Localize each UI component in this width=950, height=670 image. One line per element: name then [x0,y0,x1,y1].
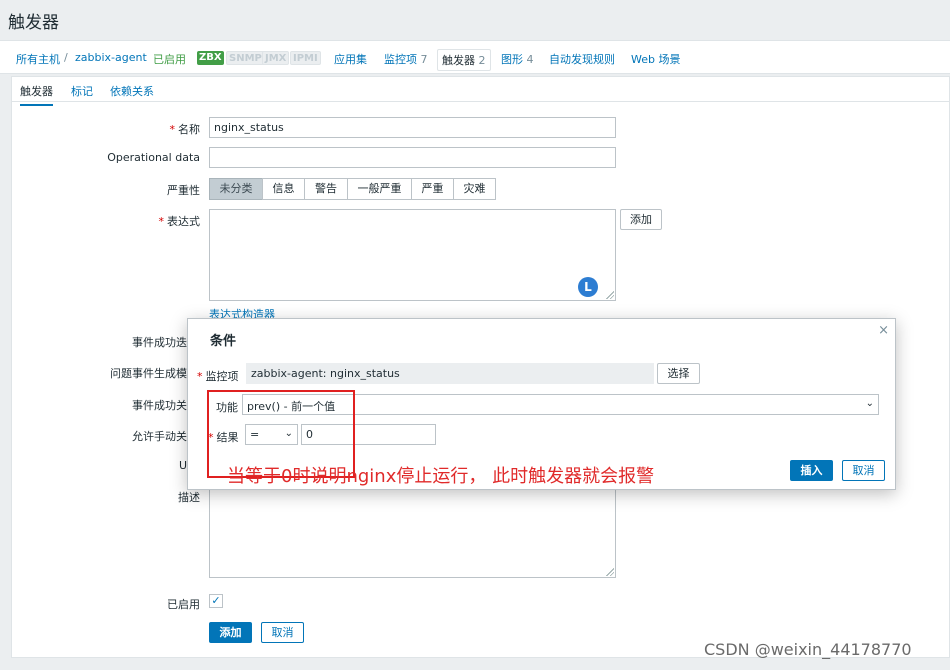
breadcrumb-separator: / [64,51,68,64]
enabled-checkbox[interactable]: ✓ [209,594,223,608]
dialog-insert-button[interactable]: 插入 [790,460,833,481]
nav-triggers[interactable]: 触发器 2 [437,49,491,71]
dialog-select-button[interactable]: 选择 [657,363,700,384]
opdata-label: Operational data [107,151,200,164]
breadcrumb: 所有主机 / zabbix-agent 已启用 ZBX SNMP JMX IPM… [0,40,950,74]
expression-badge-icon: L [578,277,598,297]
severity-not-classified[interactable]: 未分类 [209,178,263,200]
chevron-down-icon: ⌄ [865,398,874,409]
breadcrumb-host[interactable]: zabbix-agent [75,51,147,64]
hidden-label-4: 允许手动关 [132,430,187,443]
nav-graphs-count: 4 [526,53,534,66]
tab-dependencies[interactable]: 依赖关系 [110,83,154,99]
nav-discovery[interactable]: 自动发现规则 [549,51,615,67]
close-icon[interactable]: × [878,323,889,338]
hidden-label-2: 问题事件生成模 [110,367,187,380]
form-cancel-button[interactable]: 取消 [261,622,304,643]
resize-grip-icon[interactable] [606,291,614,299]
resize-grip-icon[interactable] [606,568,614,576]
annotation-text: 当等于0时说明nginx停止运行， 此时触发器就会报警 [227,466,655,487]
expression-label: * 表达式 [158,215,201,228]
nav-graphs[interactable]: 图形 4 [501,51,534,67]
page-title: 触发器 [8,13,59,33]
name-label: * 名称 [169,123,201,136]
dialog-cancel-button[interactable]: 取消 [842,460,885,481]
nav-items-count: 7 [420,53,428,66]
required-mark: * [158,215,165,228]
required-mark: * [169,123,176,136]
required-mark: * [197,370,203,383]
tab-trigger[interactable]: 触发器 [20,83,53,106]
severity-label: 严重性 [167,184,200,197]
nav-applications[interactable]: 应用集 [334,51,367,67]
severity-high[interactable]: 严重 [411,178,454,200]
dialog-title: 条件 [210,334,237,349]
watermark: CSDN @weixin_44178770 [704,640,912,659]
nav-triggers-count: 2 [478,54,486,67]
nav-items[interactable]: 监控项 7 [384,51,428,67]
expression-textarea[interactable] [209,209,616,301]
enabled-label: 已启用 [167,598,200,611]
availability-zbx: ZBX [197,51,224,65]
name-input[interactable]: nginx_status [209,117,616,138]
availability-ipmi: IPMI [290,51,321,65]
severity-disaster[interactable]: 灾难 [453,178,496,200]
severity-information[interactable]: 信息 [262,178,305,200]
availability-jmx: JMX [262,51,290,65]
tab-divider [12,101,949,102]
nav-web[interactable]: Web 场景 [631,51,680,67]
hidden-label-3: 事件成功关 [132,399,187,412]
dialog-item-label: * 监控项 [197,370,239,383]
opdata-input[interactable] [209,147,616,168]
hidden-label-1: 事件成功迭 [132,336,187,349]
expression-add-button[interactable]: 添加 [620,209,662,230]
description-textarea[interactable] [209,486,616,578]
hidden-label-5: U [178,459,187,472]
availability-snmp: SNMP [226,51,265,65]
description-label: 描述 [178,491,200,504]
dialog-item-input: zabbix-agent: nginx_status [246,363,654,384]
breadcrumb-all-hosts[interactable]: 所有主机 [16,51,60,67]
severity-average[interactable]: 一般严重 [347,178,412,200]
tab-tags[interactable]: 标记 [71,83,93,99]
severity-warning[interactable]: 警告 [304,178,348,200]
submit-add-button[interactable]: 添加 [209,622,252,643]
host-status[interactable]: 已启用 [153,51,186,67]
